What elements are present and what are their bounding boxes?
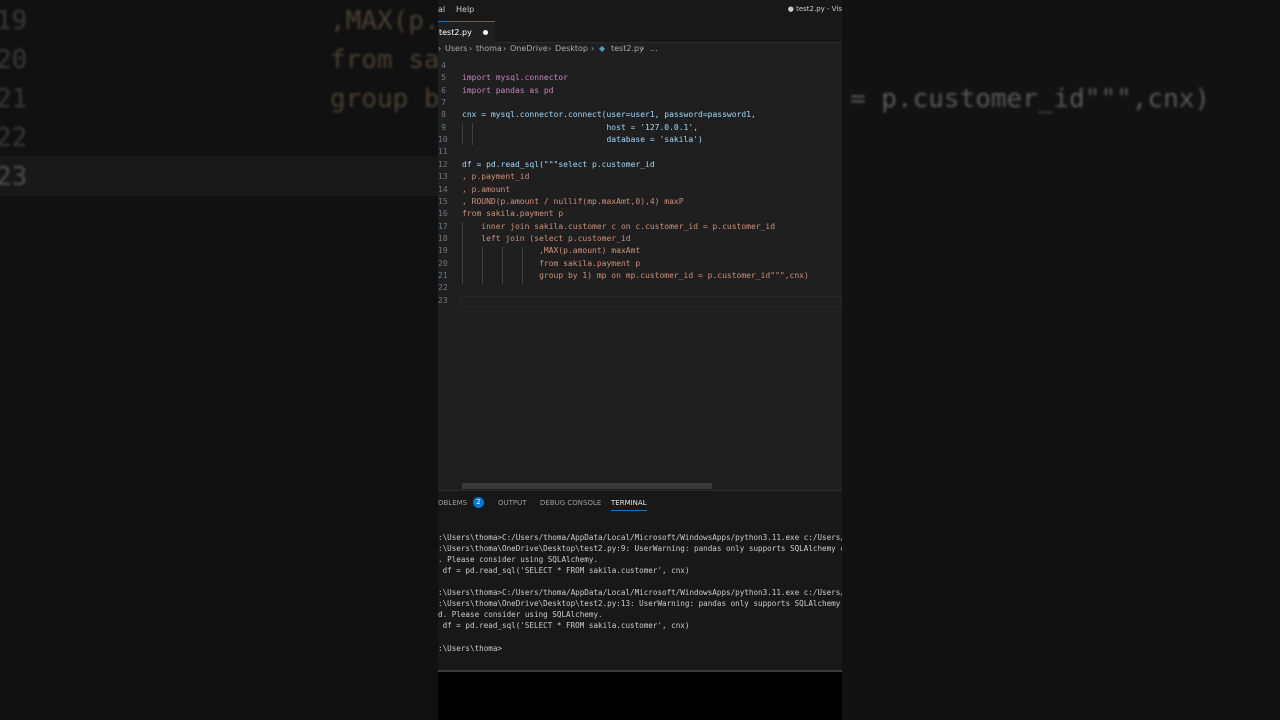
- line-number: 5: [441, 73, 446, 83]
- terminal-line: df = pd.read_sql('SELECT * FROM sakila.c…: [438, 621, 690, 631]
- background-zoom-left: 19 20 21 22 23 ,MAX(p. from sa group b: [0, 0, 438, 720]
- background-zoom-right: = p.customer_id""",cnx): [842, 0, 1280, 720]
- bg-code-line: ,MAX(p.: [330, 6, 438, 36]
- terminal-line: :\Users\thoma>: [438, 643, 503, 653]
- bg-line-number: 20: [0, 45, 28, 75]
- terminal-line: :\Users\thoma\OneDrive\Desktop\test2.py:…: [438, 544, 842, 554]
- code-line: inner join sakila.customer c on c.custom…: [462, 221, 776, 231]
- line-number: 19: [438, 246, 448, 256]
- chevron-right-icon: ›: [503, 44, 507, 53]
- line-number: 13: [438, 172, 448, 182]
- bg-line-number: 21: [0, 84, 28, 114]
- tab-label: test2.py: [439, 28, 472, 37]
- line-number: 14: [438, 184, 448, 194]
- bg-line-number: 22: [0, 123, 28, 153]
- code-line: import mysql.connector: [462, 73, 568, 83]
- breadcrumb-item[interactable]: Desktop: [555, 44, 588, 53]
- breadcrumb-item[interactable]: thoma: [476, 44, 502, 53]
- menu-item-help[interactable]: Help: [456, 5, 474, 14]
- line-number: 10: [438, 135, 448, 145]
- line-number: 4: [441, 61, 446, 70]
- python-file-icon: ◆: [599, 44, 606, 53]
- chevron-right-icon: ›: [641, 44, 645, 53]
- problems-count-badge: 2: [473, 497, 484, 508]
- chevron-right-icon: ›: [591, 44, 595, 53]
- code-line: import pandas as pd: [462, 85, 554, 95]
- breadcrumb-item[interactable]: test2.py: [611, 44, 644, 53]
- chevron-right-icon: ›: [469, 44, 473, 53]
- horizontal-scrollbar[interactable]: [462, 483, 712, 489]
- bg-code-line: group b: [330, 84, 438, 114]
- terminal-line: d. Please consider using SQLAlchemy.: [438, 610, 603, 620]
- chevron-right-icon: ›: [438, 44, 442, 53]
- tab-test2-py[interactable]: test2.py: [438, 21, 495, 43]
- code-editor[interactable]: 4 5 import mysql.connector 6 import pandas a…: [438, 60, 842, 490]
- line-number: 11: [438, 147, 448, 157]
- tab-debug-console[interactable]: DEBUG CONSOLE: [540, 499, 601, 507]
- code-line: group by 1) mp on mp.customer_id = p.cus…: [462, 270, 809, 280]
- line-number: 20: [438, 258, 448, 268]
- window-title: ● test2.py - Vis: [787, 5, 842, 13]
- tab-problems[interactable]: OBLEMS: [438, 499, 467, 507]
- code-line: ,MAX(p.amount) maxAmt: [462, 246, 641, 256]
- code-line: database = 'sakila'): [462, 135, 703, 145]
- background-current-line: [0, 156, 438, 196]
- line-number: 7: [441, 98, 446, 108]
- line-number: 18: [438, 233, 448, 243]
- chevron-right-icon: ›: [548, 44, 552, 53]
- bg-line-number: 23: [0, 162, 28, 192]
- code-line: from sakila.payment p: [462, 209, 564, 219]
- line-number: 15: [438, 196, 448, 206]
- unsaved-dot-icon[interactable]: [483, 30, 488, 35]
- terminal-line: . Please consider using SQLAlchemy.: [438, 555, 599, 565]
- bg-code-line: from sa: [330, 45, 438, 75]
- terminal-line: :\Users\thoma>C:/Users/thoma/AppData/Loc…: [438, 533, 842, 542]
- line-number: 17: [438, 221, 448, 231]
- line-number: 21: [438, 270, 448, 280]
- editor-tabs: test2.py: [438, 21, 842, 43]
- menu-item-terminal[interactable]: al: [438, 5, 445, 14]
- code-line: , p.amount: [462, 184, 511, 194]
- vscode-window: al Help ● test2.py - Vis test2.py › User…: [438, 0, 842, 720]
- line-number: 6: [441, 85, 446, 95]
- line-number: 23: [438, 295, 448, 305]
- code-line: left join (select p.customer_id: [462, 233, 631, 243]
- code-line: cnx = mysql.connector.connect(user=user1…: [462, 110, 756, 120]
- title-bar: al Help ● test2.py - Vis: [438, 0, 842, 21]
- bottom-panel: OBLEMS 2 OUTPUT DEBUG CONSOLE TERMINAL :…: [438, 490, 842, 671]
- code-line: from sakila.payment p: [462, 258, 641, 268]
- line-number: 12: [438, 159, 448, 169]
- tab-output[interactable]: OUTPUT: [498, 499, 527, 507]
- code-line: df = pd.read_sql("""select p.customer_id: [462, 159, 655, 169]
- code-line: , ROUND(p.amount / nullif(mp.maxAmt,0),4…: [462, 196, 684, 206]
- line-number: 22: [438, 283, 448, 293]
- current-line-highlight: [460, 296, 842, 307]
- line-number: 16: [438, 209, 448, 219]
- code-line: , p.payment_id: [462, 172, 530, 182]
- bg-code-line: = p.customer_id""",cnx): [850, 84, 1211, 114]
- tab-terminal[interactable]: TERMINAL: [611, 499, 647, 511]
- breadcrumb-item[interactable]: Users: [445, 44, 467, 53]
- line-number: 9: [441, 122, 446, 132]
- breadcrumb-item[interactable]: ...: [650, 44, 658, 53]
- terminal-line: :\Users\thoma\OneDrive\Desktop\test2.py:…: [438, 599, 842, 609]
- terminal-line: df = pd.read_sql('SELECT * FROM sakila.c…: [438, 566, 690, 576]
- bg-line-number: 19: [0, 6, 28, 36]
- line-number: 8: [441, 110, 446, 120]
- code-line: host = '127.0.0.1',: [462, 122, 699, 132]
- terminal-line: :\Users\thoma>C:/Users/thoma/AppData/Loc…: [438, 588, 842, 598]
- black-bar: [438, 672, 842, 720]
- breadcrumb-item[interactable]: OneDrive: [510, 44, 548, 53]
